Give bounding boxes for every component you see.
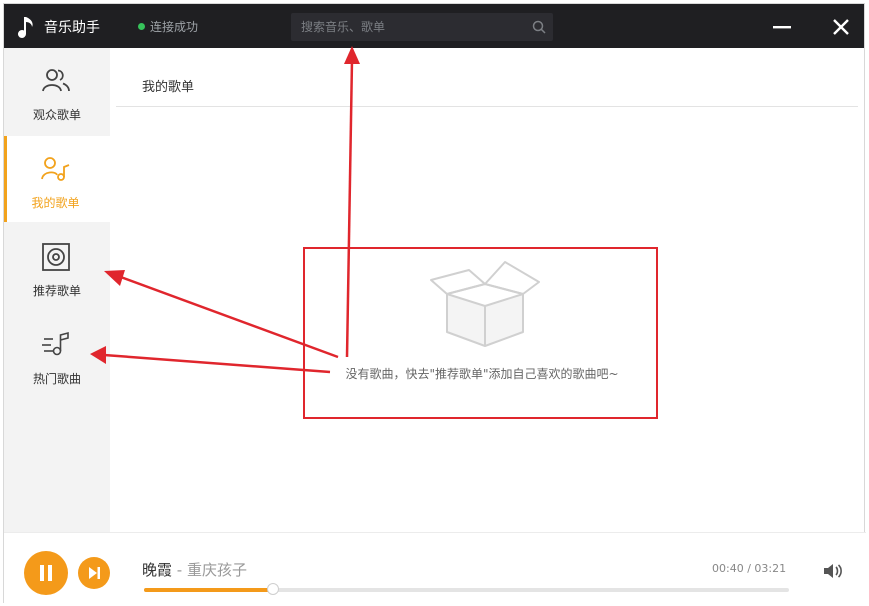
playback-time: 00:40 / 03:21 bbox=[712, 562, 787, 575]
progress-fill bbox=[144, 588, 273, 592]
progress-bar[interactable] bbox=[144, 583, 789, 595]
song-title: 晚霞 bbox=[142, 561, 173, 579]
app-title: 音乐助手 bbox=[44, 20, 100, 36]
annotation-box bbox=[303, 247, 658, 419]
next-track-button[interactable] bbox=[78, 557, 110, 589]
progress-thumb[interactable] bbox=[267, 583, 279, 595]
search-input[interactable] bbox=[301, 13, 521, 41]
minimize-icon bbox=[773, 26, 791, 29]
sidebar-item-label: 热门歌曲 bbox=[32, 372, 81, 386]
search-box[interactable] bbox=[291, 13, 553, 41]
close-icon bbox=[833, 19, 849, 35]
audience-icon bbox=[42, 69, 70, 92]
sidebar-item-my-playlist[interactable]: 我的歌单 bbox=[4, 136, 110, 222]
divider bbox=[116, 106, 858, 107]
connection-status: 连接成功 bbox=[150, 20, 199, 34]
sidebar-item-hot-songs[interactable]: 热门歌曲 bbox=[4, 312, 110, 398]
player-bar: 晚霞 - 重庆孩子 00:40 / 03:21 bbox=[4, 532, 866, 605]
sidebar-item-label: 观众歌单 bbox=[32, 108, 81, 122]
volume-icon[interactable] bbox=[822, 561, 844, 581]
music-note-icon bbox=[18, 17, 33, 38]
sidebar-item-label: 我的歌单 bbox=[31, 196, 80, 210]
pause-button[interactable] bbox=[24, 551, 68, 595]
user-music-icon bbox=[41, 157, 70, 181]
hot-music-icon bbox=[42, 331, 69, 356]
close-button[interactable] bbox=[828, 14, 854, 40]
title-bar: 音乐助手 连接成功 bbox=[4, 4, 864, 48]
minimize-button[interactable] bbox=[769, 14, 795, 40]
speaker-icon bbox=[42, 243, 70, 271]
sidebar-item-audience-playlist[interactable]: 观众歌单 bbox=[4, 48, 110, 134]
page-title: 我的歌单 bbox=[142, 80, 195, 95]
next-track-icon bbox=[89, 567, 100, 579]
song-artist: 重庆孩子 bbox=[187, 561, 248, 579]
sidebar: 观众歌单 我的歌单 推荐歌单 热门歌曲 bbox=[4, 48, 110, 532]
pause-icon bbox=[40, 565, 52, 581]
sidebar-item-recommended-playlist[interactable]: 推荐歌单 bbox=[4, 224, 110, 310]
sidebar-item-label: 推荐歌单 bbox=[32, 284, 81, 298]
now-playing: 晚霞 - 重庆孩子 bbox=[142, 559, 247, 580]
search-icon[interactable] bbox=[531, 19, 547, 35]
song-separator: - bbox=[176, 561, 183, 579]
status-dot bbox=[138, 23, 145, 30]
